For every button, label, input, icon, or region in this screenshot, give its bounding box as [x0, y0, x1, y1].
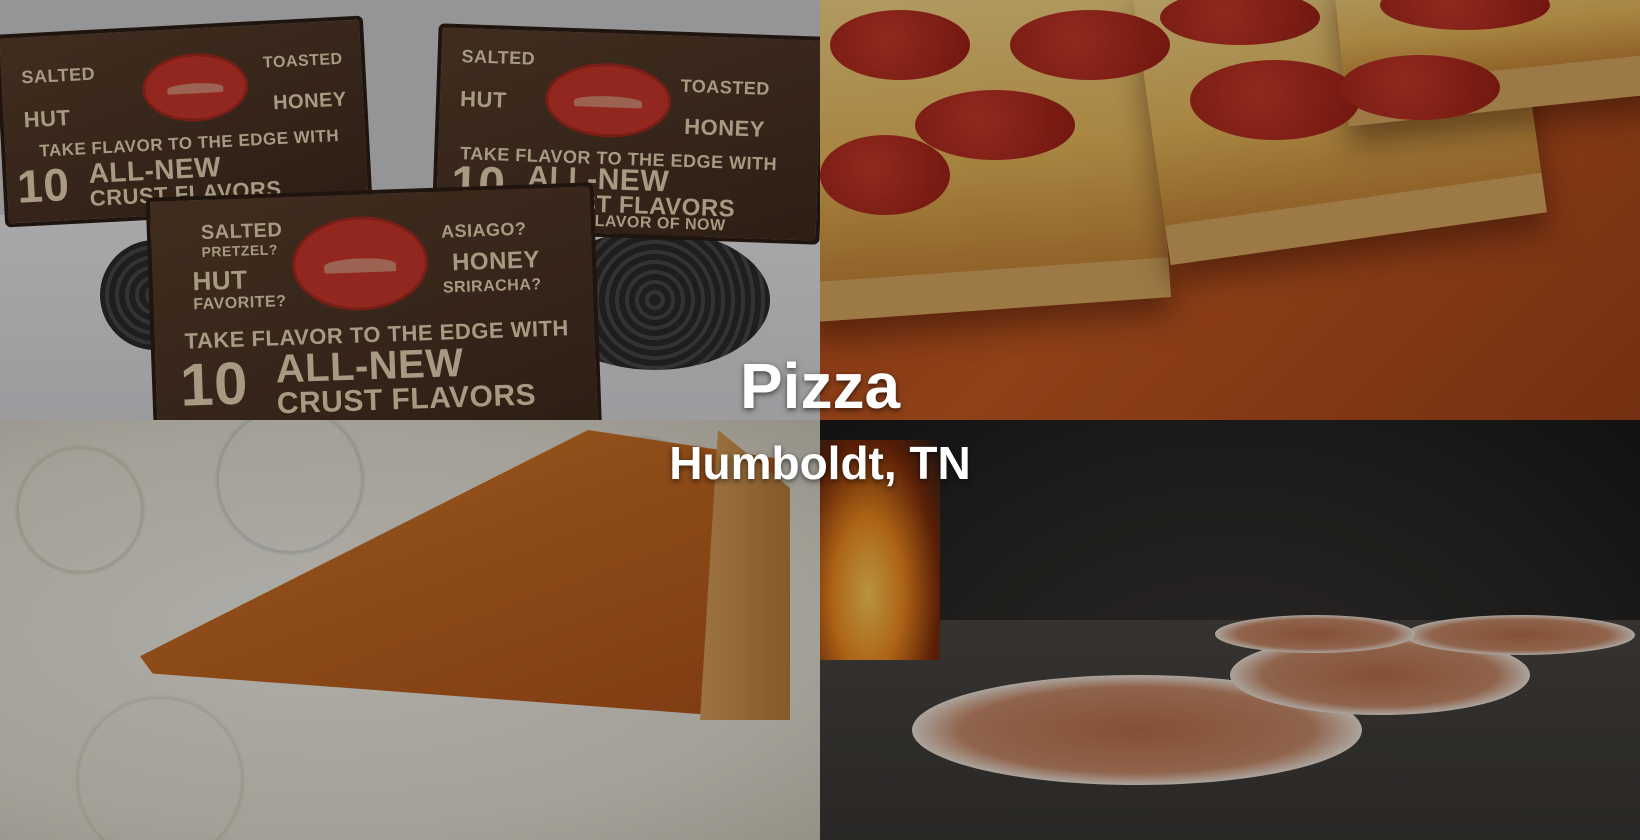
box-text: CRUST FLAVORS: [526, 188, 736, 223]
box-text: SALTED: [461, 46, 536, 69]
box-text: SALTED: [200, 219, 283, 244]
photo-collage: SALTED HUT TOASTED HONEY TAKE FLAVOR TO …: [0, 0, 1640, 840]
box-text: HONEY: [272, 88, 348, 115]
pepperoni: [1010, 10, 1170, 80]
box-text: FAVORITE?: [193, 293, 287, 314]
pizza-box: SALTED HUT TOASTED HONEY TAKE FLAVOR TO …: [0, 15, 373, 228]
box-text: SRIRACHA?: [442, 276, 542, 297]
oven-fire: [820, 440, 940, 660]
pepperoni: [830, 10, 970, 80]
box-text: TAKE FLAVOR TO THE EDGE WITH: [38, 125, 340, 161]
stove-top: [0, 215, 820, 420]
box-text: THE FLAVOR OF NOW: [545, 211, 726, 235]
box-text: HUT: [192, 264, 249, 297]
box-text: ALL-NEW: [87, 151, 222, 190]
stove-burner: [540, 230, 770, 370]
box-text: 10: [15, 158, 71, 213]
photo-pepperoni-pizza: [820, 0, 1640, 420]
pizza-in-oven: [1230, 635, 1530, 715]
box-text: 10: [450, 156, 507, 212]
slice-crust: [700, 430, 790, 720]
pepperoni: [820, 135, 950, 215]
hero-banner: SALTED HUT TOASTED HONEY TAKE FLAVOR TO …: [0, 0, 1640, 840]
box-text: ALL-NEW: [274, 340, 465, 392]
oven-floor: [820, 620, 1640, 840]
box-text: HUT: [23, 104, 72, 133]
photo-wood-oven: [820, 420, 1640, 840]
pepperoni: [1380, 0, 1550, 30]
pizza-slice: [140, 430, 800, 720]
box-text: SALTED: [20, 63, 96, 88]
photo-pizza-slice: [0, 420, 820, 840]
pizza-box: SALTED PRETZEL? HUT FAVORITE? ASIAGO? HO…: [145, 182, 603, 420]
pizza-slab: [1133, 0, 1547, 266]
pizza-box: SALTED HUT TOASTED HONEY TAKE FLAVOR TO …: [431, 23, 820, 245]
box-text: CRUST FLAVORS: [276, 378, 537, 420]
pizza-slab: [1333, 0, 1640, 127]
pizza-in-oven: [1215, 615, 1415, 653]
box-text: HONEY: [683, 113, 766, 142]
box-text: ALL-NEW: [526, 160, 670, 199]
box-text: TAKE FLAVOR TO THE EDGE WITH: [459, 143, 778, 175]
pizza-slab: [820, 0, 1172, 323]
pizza-in-oven: [1405, 615, 1635, 655]
pepperoni: [915, 90, 1075, 160]
slice-body: [140, 430, 780, 720]
box-text: PRETZEL?: [201, 241, 279, 260]
pepperoni: [1190, 60, 1360, 140]
pepperoni: [1160, 0, 1320, 45]
pizza-hut-logo: [543, 61, 673, 140]
stove-burner: [100, 240, 210, 350]
pepperoni: [1340, 55, 1500, 120]
pizza-hut-logo: [290, 214, 430, 313]
pizza-hut-logo: [140, 50, 250, 125]
paper-towel: [0, 420, 820, 840]
box-text: HONEY: [451, 246, 541, 277]
box-text: TOASTED: [680, 75, 771, 99]
box-text: TOASTED: [262, 50, 344, 72]
box-text: CRUST FLAVORS: [89, 176, 283, 212]
box-text: ASIAGO?: [440, 218, 527, 242]
box-text: TAKE FLAVOR TO THE EDGE WITH: [184, 315, 570, 354]
box-text: 10: [179, 349, 250, 419]
photo-pizza-boxes: SALTED HUT TOASTED HONEY TAKE FLAVOR TO …: [0, 0, 820, 420]
box-text: HUT: [459, 86, 508, 113]
pizza-in-oven: [912, 675, 1362, 785]
